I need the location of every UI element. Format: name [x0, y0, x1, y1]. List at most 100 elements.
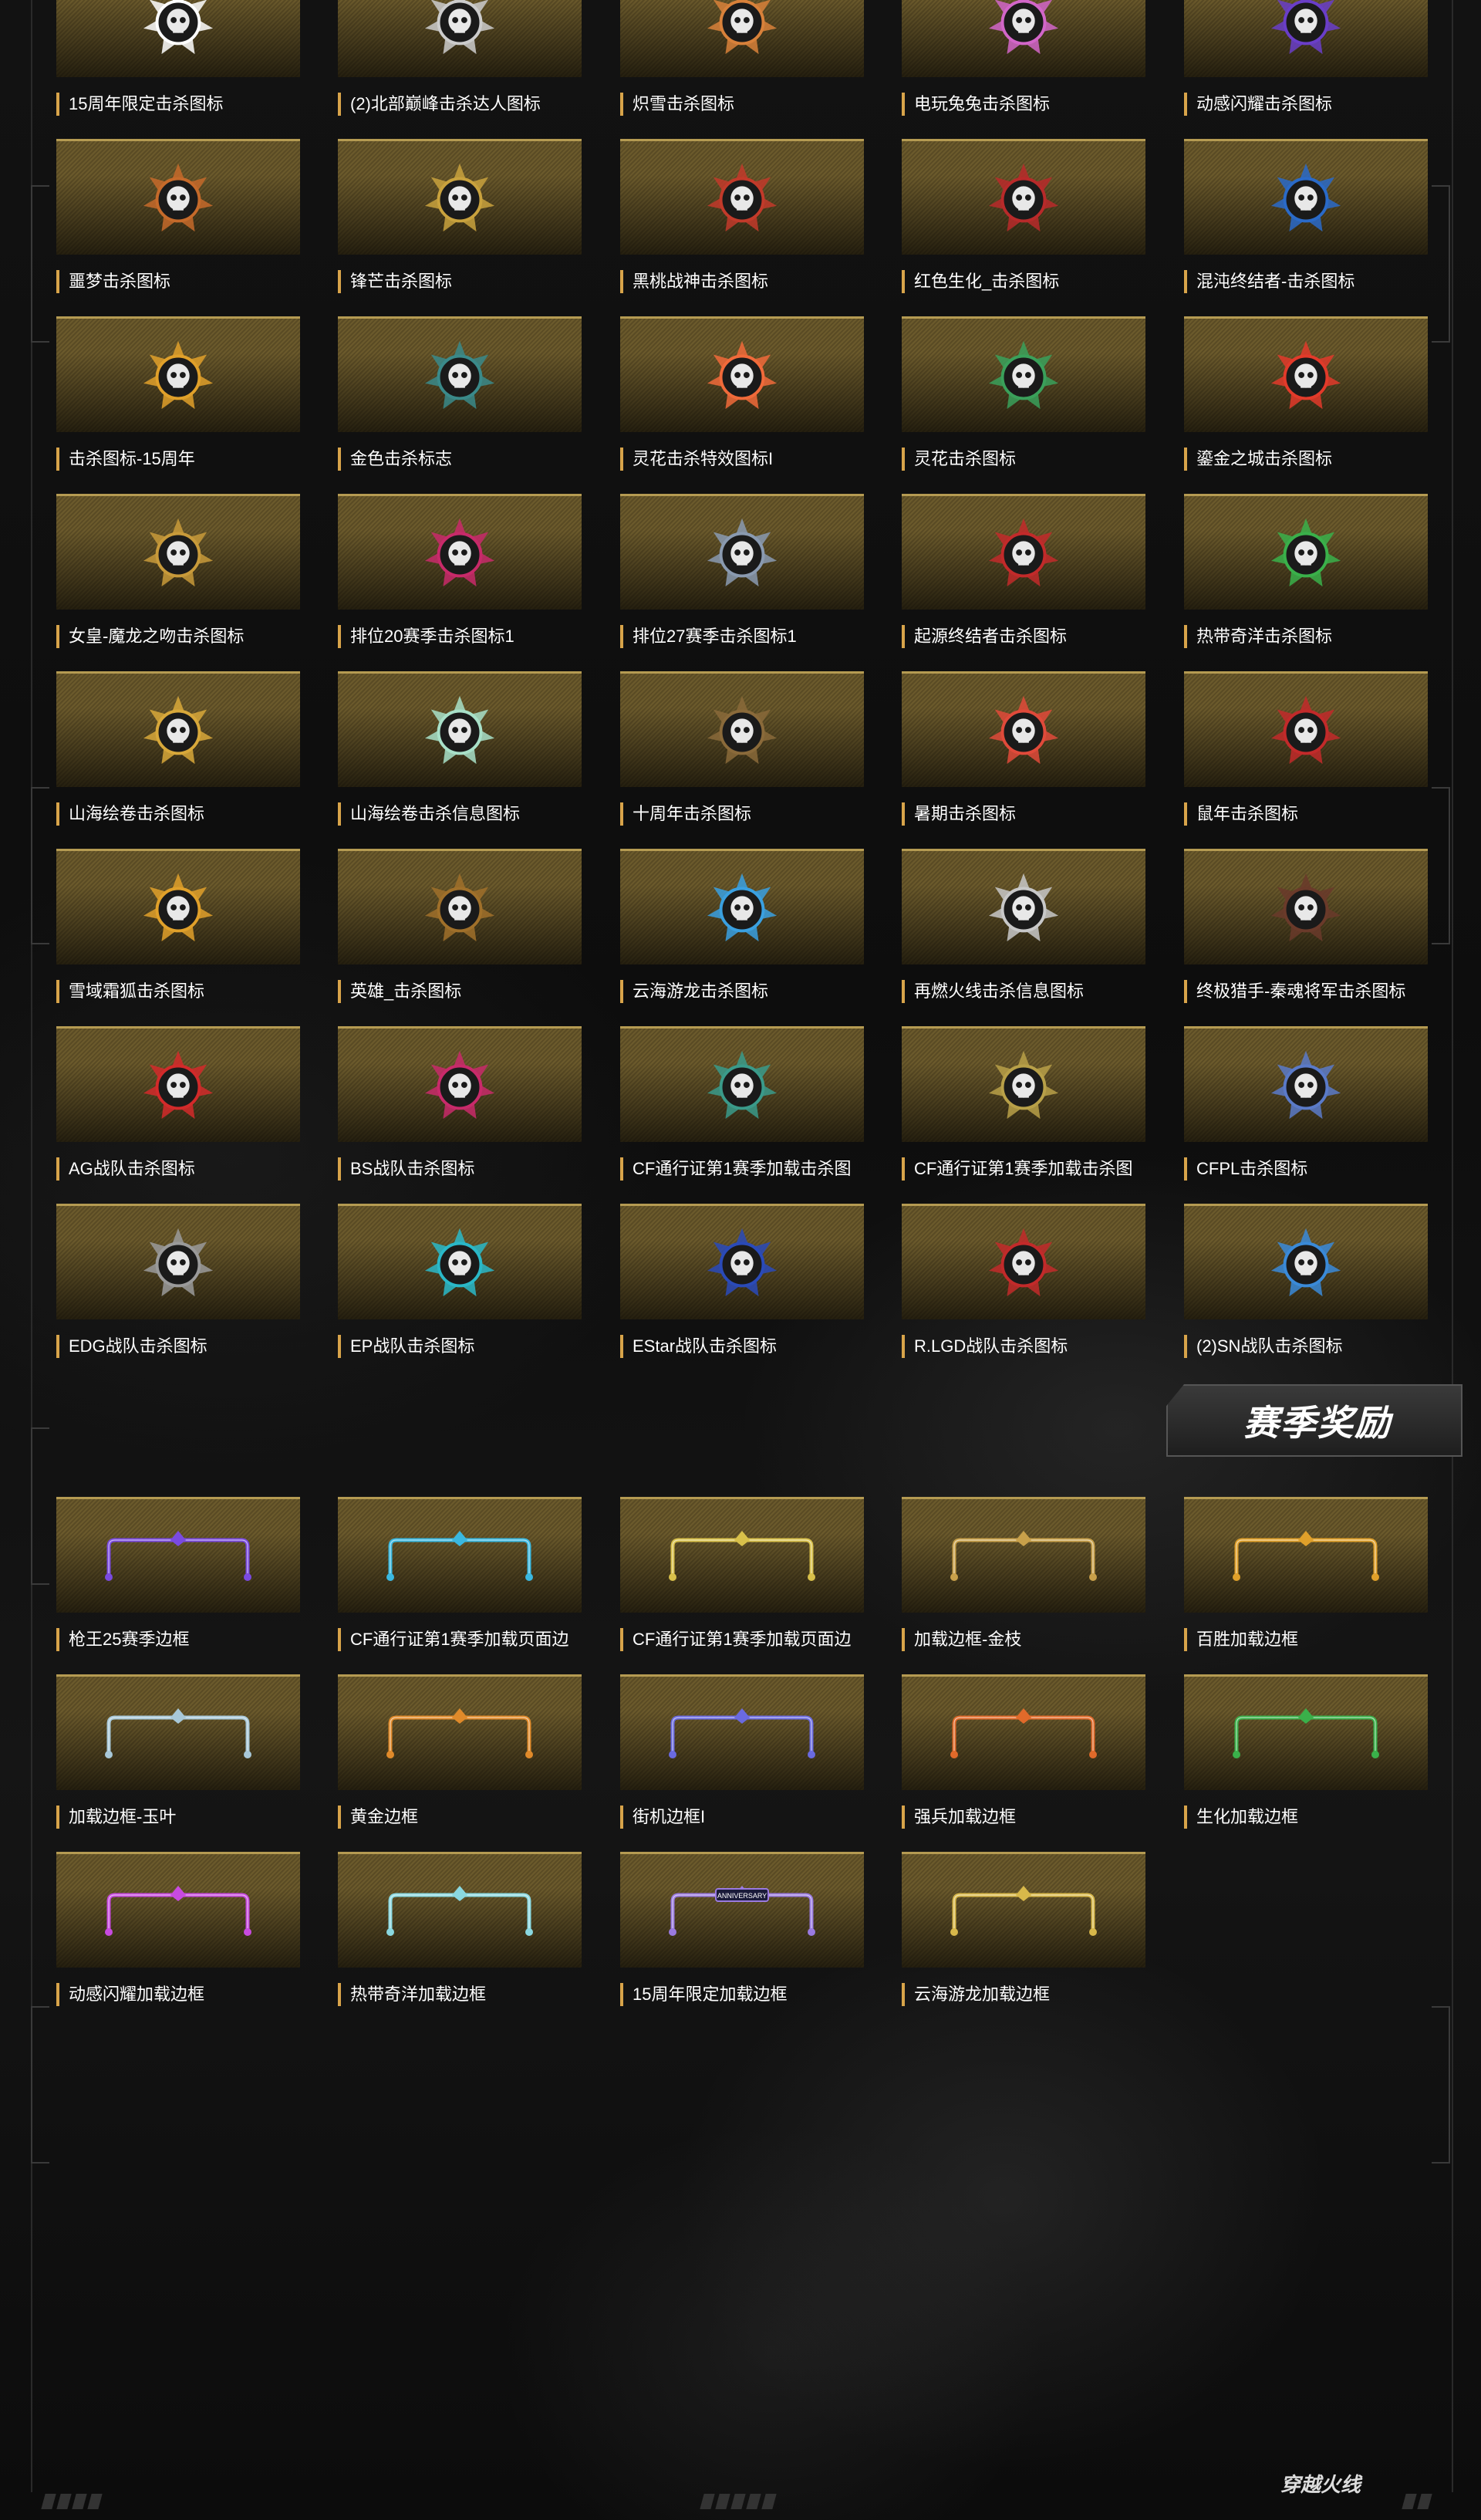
kill-icon-card[interactable]: 山海绘卷击杀图标 — [56, 671, 300, 833]
item-thumbnail[interactable] — [620, 1204, 864, 1319]
kill-icon-card[interactable]: (2)SN战队击杀图标 — [1184, 1204, 1428, 1366]
item-thumbnail[interactable] — [620, 316, 864, 432]
kill-icon-card[interactable]: 排位20赛季击杀图标1 — [338, 494, 582, 656]
item-thumbnail[interactable] — [620, 1674, 864, 1790]
kill-icon-card[interactable]: 黑桃战神击杀图标 — [620, 139, 864, 301]
kill-icon-card[interactable]: CF通行证第1赛季加载击杀图 — [620, 1026, 864, 1188]
item-thumbnail[interactable] — [1184, 0, 1428, 77]
item-thumbnail[interactable] — [902, 1674, 1145, 1790]
item-thumbnail[interactable] — [902, 1026, 1145, 1142]
item-thumbnail[interactable] — [1184, 139, 1428, 255]
item-thumbnail[interactable] — [902, 316, 1145, 432]
item-thumbnail[interactable] — [902, 0, 1145, 77]
frame-card[interactable]: 百胜加载边框 — [1184, 1497, 1428, 1659]
frame-card[interactable]: 黄金边框 — [338, 1674, 582, 1836]
item-thumbnail[interactable] — [56, 139, 300, 255]
kill-icon-card[interactable]: CFPL击杀图标 — [1184, 1026, 1428, 1188]
item-thumbnail[interactable] — [1184, 1674, 1428, 1790]
frame-card[interactable]: 动感闪耀加载边框 — [56, 1852, 300, 2014]
kill-icon-card[interactable]: EDG战队击杀图标 — [56, 1204, 300, 1366]
kill-icon-card[interactable]: CF通行证第1赛季加载击杀图 — [902, 1026, 1145, 1188]
frame-card[interactable]: 云海游龙加载边框 — [902, 1852, 1145, 2014]
kill-icon-card[interactable]: EStar战队击杀图标 — [620, 1204, 864, 1366]
item-thumbnail[interactable] — [338, 1852, 582, 1968]
item-thumbnail[interactable] — [56, 1674, 300, 1790]
kill-icon-card[interactable]: 英雄_击杀图标 — [338, 849, 582, 1011]
kill-icon-card[interactable]: AG战队击杀图标 — [56, 1026, 300, 1188]
kill-icon-card[interactable]: 锋芒击杀图标 — [338, 139, 582, 301]
kill-icon-card[interactable]: BS战队击杀图标 — [338, 1026, 582, 1188]
kill-icon-card[interactable]: 终极猎手-秦魂将军击杀图标 — [1184, 849, 1428, 1011]
item-thumbnail[interactable] — [620, 0, 864, 77]
item-thumbnail[interactable] — [56, 1852, 300, 1968]
kill-icon-card[interactable]: 灵花击杀特效图标I — [620, 316, 864, 478]
kill-icon-card[interactable]: 雪域霜狐击杀图标 — [56, 849, 300, 1011]
frame-card[interactable]: 街机边框I — [620, 1674, 864, 1836]
frame-card[interactable]: 强兵加载边框 — [902, 1674, 1145, 1836]
item-thumbnail[interactable] — [902, 671, 1145, 787]
item-thumbnail[interactable] — [1184, 1204, 1428, 1319]
frame-card[interactable]: 热带奇洋加载边框 — [338, 1852, 582, 2014]
frame-card[interactable]: CF通行证第1赛季加载页面边 — [338, 1497, 582, 1659]
frame-card[interactable]: 加载边框-金枝 — [902, 1497, 1145, 1659]
item-thumbnail[interactable] — [902, 1204, 1145, 1319]
item-thumbnail[interactable] — [338, 1204, 582, 1319]
item-thumbnail[interactable] — [902, 1497, 1145, 1613]
item-thumbnail[interactable] — [338, 1674, 582, 1790]
item-thumbnail[interactable] — [1184, 316, 1428, 432]
kill-icon-card[interactable]: 击杀图标-15周年 — [56, 316, 300, 478]
item-thumbnail[interactable] — [338, 671, 582, 787]
kill-icon-card[interactable]: 动感闪耀击杀图标 — [1184, 0, 1428, 123]
item-thumbnail[interactable] — [338, 0, 582, 77]
item-thumbnail[interactable] — [338, 849, 582, 964]
kill-icon-card[interactable]: 暑期击杀图标 — [902, 671, 1145, 833]
item-thumbnail[interactable] — [56, 494, 300, 610]
frame-card[interactable]: ANNIVERSARY 15周年限定加载边框 — [620, 1852, 864, 2014]
kill-icon-card[interactable]: 起源终结者击杀图标 — [902, 494, 1145, 656]
item-thumbnail[interactable] — [56, 0, 300, 77]
item-thumbnail[interactable] — [902, 139, 1145, 255]
item-thumbnail[interactable] — [1184, 1497, 1428, 1613]
frame-card[interactable]: CF通行证第1赛季加载页面边 — [620, 1497, 864, 1659]
kill-icon-card[interactable]: (2)北部巅峰击杀达人图标 — [338, 0, 582, 123]
item-thumbnail[interactable] — [620, 671, 864, 787]
kill-icon-card[interactable]: 鼠年击杀图标 — [1184, 671, 1428, 833]
item-thumbnail[interactable] — [1184, 671, 1428, 787]
kill-icon-card[interactable]: 鎏金之城击杀图标 — [1184, 316, 1428, 478]
frame-card[interactable]: 生化加载边框 — [1184, 1674, 1428, 1836]
item-thumbnail[interactable] — [1184, 494, 1428, 610]
item-thumbnail[interactable] — [1184, 1026, 1428, 1142]
kill-icon-card[interactable]: 山海绘卷击杀信息图标 — [338, 671, 582, 833]
item-thumbnail[interactable] — [338, 139, 582, 255]
item-thumbnail[interactable] — [902, 849, 1145, 964]
kill-icon-card[interactable]: 15周年限定击杀图标 — [56, 0, 300, 123]
kill-icon-card[interactable]: 电玩兔兔击杀图标 — [902, 0, 1145, 123]
kill-icon-card[interactable]: 噩梦击杀图标 — [56, 139, 300, 301]
kill-icon-card[interactable]: R.LGD战队击杀图标 — [902, 1204, 1145, 1366]
item-thumbnail[interactable] — [56, 316, 300, 432]
item-thumbnail[interactable] — [620, 139, 864, 255]
kill-icon-card[interactable]: EP战队击杀图标 — [338, 1204, 582, 1366]
item-thumbnail[interactable] — [338, 1497, 582, 1613]
item-thumbnail[interactable] — [56, 671, 300, 787]
kill-icon-card[interactable]: 再燃火线击杀信息图标 — [902, 849, 1145, 1011]
item-thumbnail[interactable] — [338, 1026, 582, 1142]
kill-icon-card[interactable]: 混沌终结者-击杀图标 — [1184, 139, 1428, 301]
item-thumbnail[interactable] — [620, 849, 864, 964]
kill-icon-card[interactable]: 热带奇洋击杀图标 — [1184, 494, 1428, 656]
kill-icon-card[interactable]: 女皇-魔龙之吻击杀图标 — [56, 494, 300, 656]
item-thumbnail[interactable]: ANNIVERSARY — [620, 1852, 864, 1968]
item-thumbnail[interactable] — [620, 1026, 864, 1142]
item-thumbnail[interactable] — [56, 1497, 300, 1613]
item-thumbnail[interactable] — [902, 494, 1145, 610]
kill-icon-card[interactable]: 排位27赛季击杀图标1 — [620, 494, 864, 656]
item-thumbnail[interactable] — [620, 494, 864, 610]
item-thumbnail[interactable] — [902, 1852, 1145, 1968]
item-thumbnail[interactable] — [338, 494, 582, 610]
item-thumbnail[interactable] — [56, 1204, 300, 1319]
item-thumbnail[interactable] — [1184, 849, 1428, 964]
item-thumbnail[interactable] — [338, 316, 582, 432]
kill-icon-card[interactable]: 红色生化_击杀图标 — [902, 139, 1145, 301]
frame-card[interactable]: 加载边框-玉叶 — [56, 1674, 300, 1836]
frame-card[interactable]: 枪王25赛季边框 — [56, 1497, 300, 1659]
